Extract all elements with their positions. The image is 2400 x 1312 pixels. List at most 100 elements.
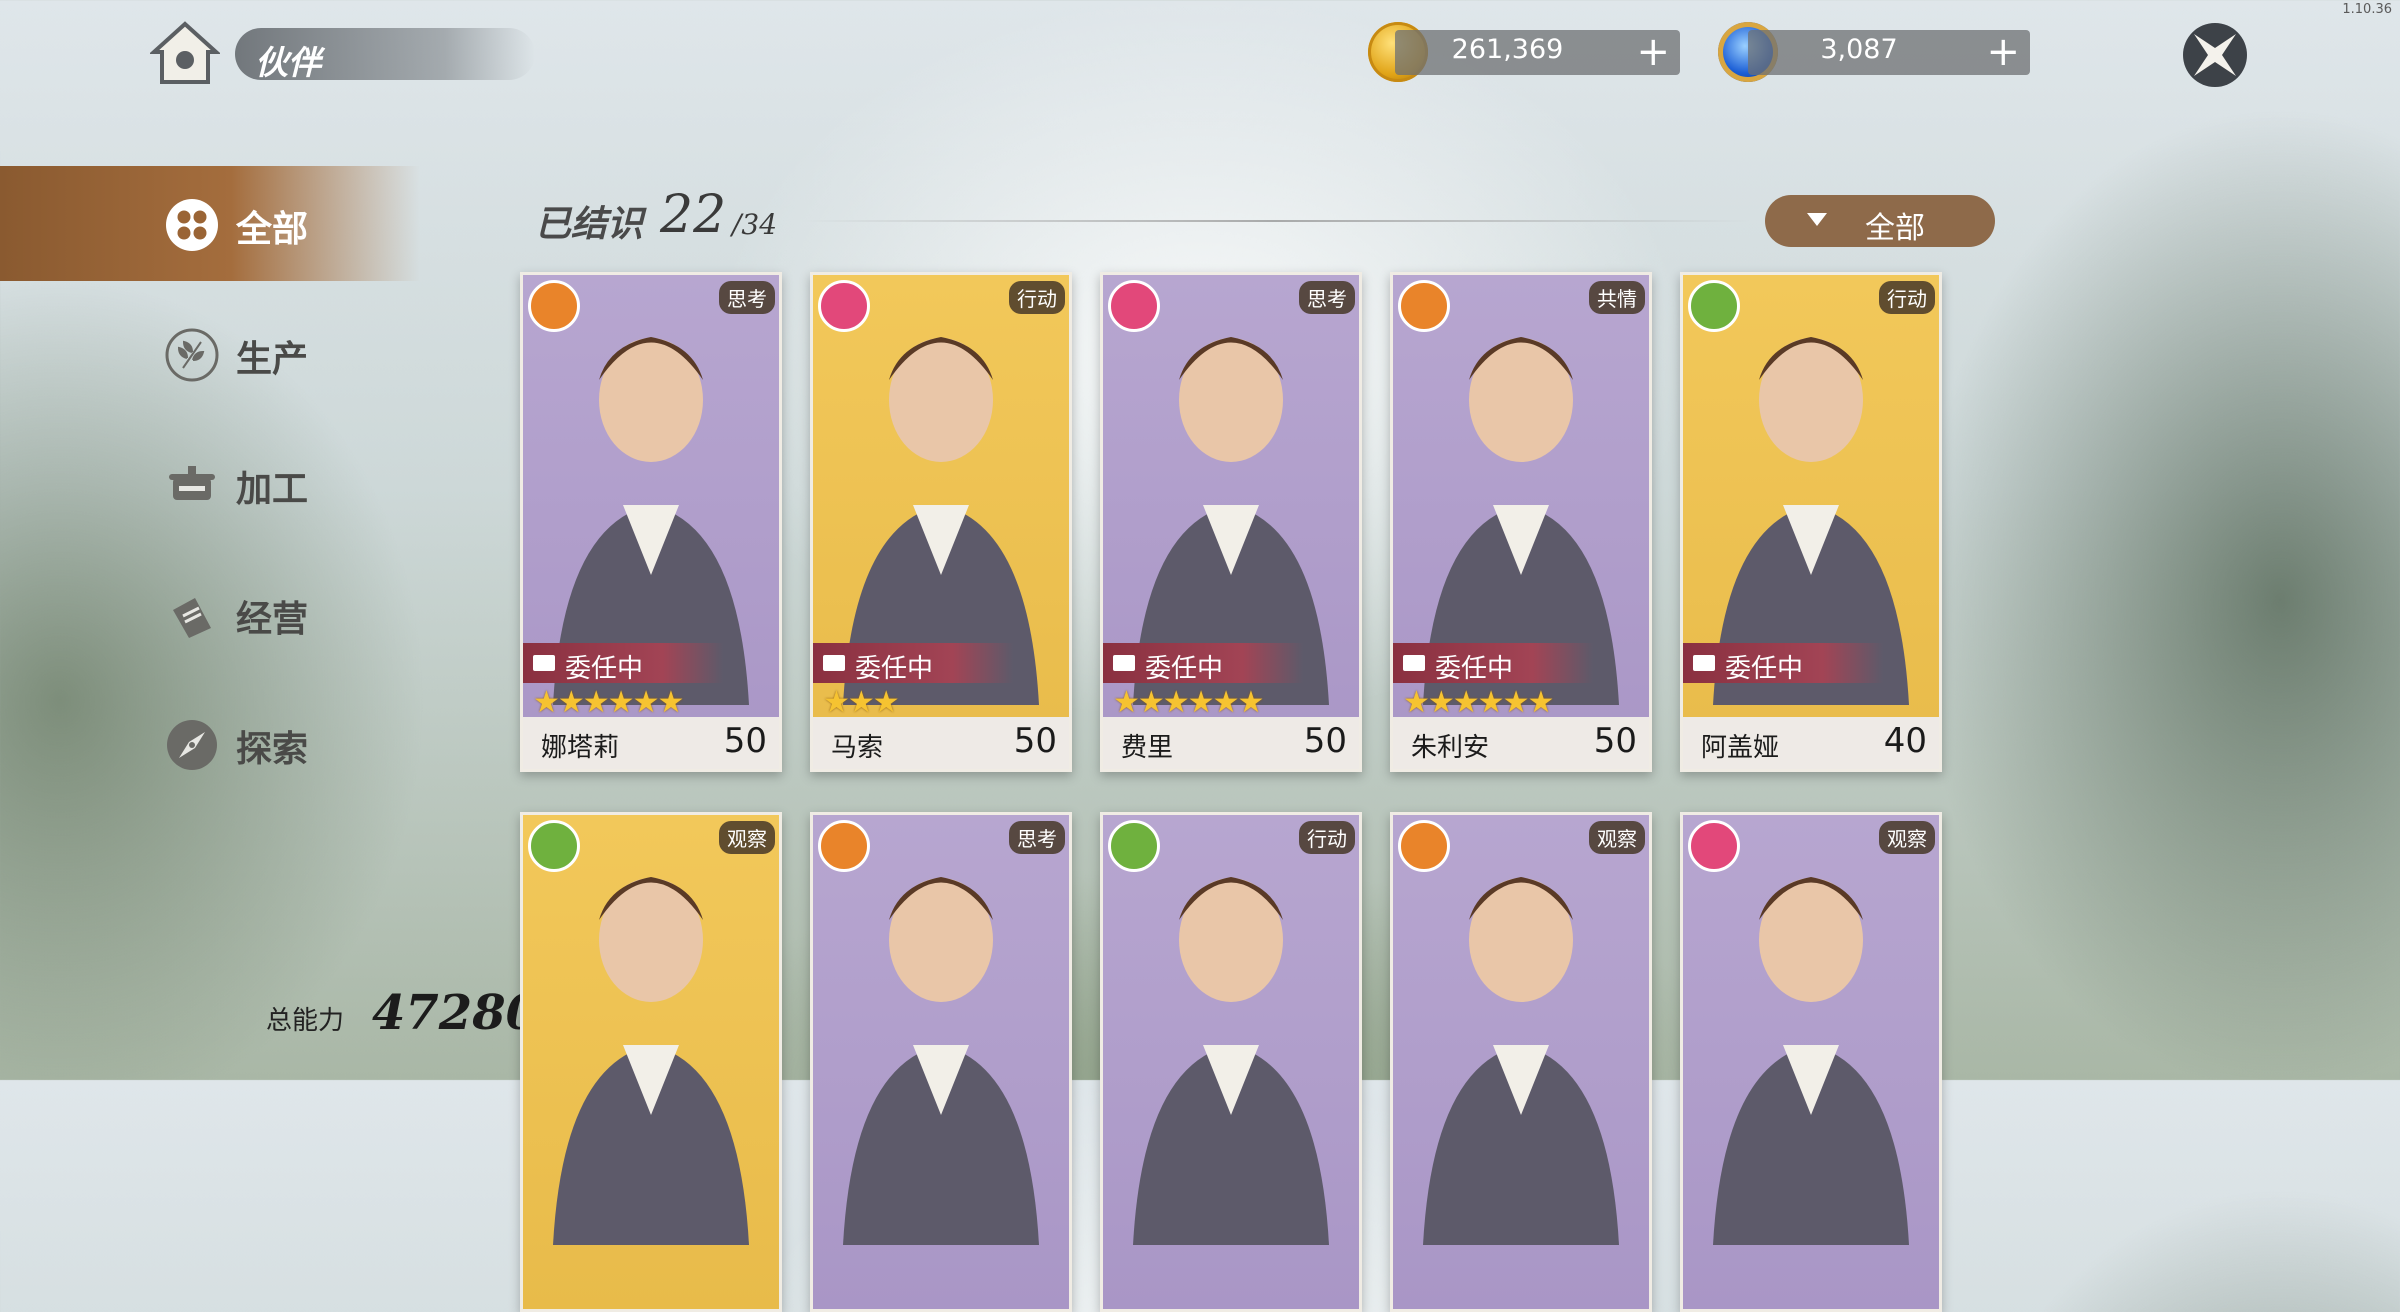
- home-icon: [148, 21, 222, 84]
- partner-card[interactable]: 共情委任中 ★★★★★★ 朱利安 50: [1390, 272, 1652, 772]
- partner-card[interactable]: 思考委任中 ★★★★★★ 娜塔莉 50: [520, 272, 782, 772]
- add-gem-button[interactable]: +: [1986, 32, 2020, 72]
- sidebar-item-all[interactable]: 全部: [0, 166, 420, 281]
- cloche-icon: [1111, 651, 1137, 675]
- portrait-image: [1133, 337, 1329, 705]
- partner-name: 阿盖娅: [1701, 733, 1780, 763]
- chevron-down-icon: [1807, 213, 1827, 226]
- trait-badge: 观察: [719, 821, 775, 854]
- partner-level: 50: [1303, 721, 1347, 761]
- gem-currency: 3,087 +: [1748, 30, 2030, 75]
- partner-name: 娜塔莉: [541, 733, 620, 763]
- close-button[interactable]: [2180, 20, 2250, 90]
- partner-name: 朱利安: [1411, 733, 1490, 763]
- sidebar-label-production: 生产: [236, 338, 309, 380]
- assigned-status-label: 委任中: [1145, 654, 1224, 684]
- partner-name: 费里: [1121, 733, 1174, 763]
- partner-card[interactable]: 思考: [810, 812, 1072, 1312]
- close-icon: [2183, 23, 2247, 87]
- total-power-label: 总能力: [266, 1006, 345, 1036]
- portrait-image: [843, 337, 1039, 705]
- all-grid-icon: [166, 199, 218, 251]
- assigned-status: 委任中: [1683, 643, 1883, 684]
- wheat-icon: [1691, 651, 1717, 675]
- add-gold-button[interactable]: +: [1636, 32, 1670, 72]
- gold-currency: 261,369 +: [1395, 30, 1680, 75]
- assigned-status-label: 委任中: [855, 654, 934, 684]
- pot-icon: [1398, 820, 1450, 872]
- pot-icon: [818, 820, 870, 872]
- mixing-bowl-icon: [1401, 651, 1427, 675]
- pot-icon: [1398, 280, 1450, 332]
- trait-badge: 共情: [1589, 281, 1645, 314]
- wine-icon: [531, 651, 557, 675]
- assigned-status: 委任中: [1393, 643, 1593, 684]
- sidebar-item-business[interactable]: 经营: [0, 556, 420, 671]
- compass-icon: [167, 720, 217, 770]
- nameplate: 马索 50: [813, 717, 1069, 769]
- assigned-status: 委任中: [1103, 643, 1303, 684]
- portrait-image: [553, 337, 749, 705]
- partner-level: 50: [1013, 721, 1057, 761]
- star-rating: ★★★★★★: [533, 685, 684, 720]
- partner-card[interactable]: 行动: [1100, 812, 1362, 1312]
- assigned-status-label: 委任中: [1725, 654, 1804, 684]
- trait-badge: 行动: [1879, 281, 1935, 314]
- sidebar-label-processing: 加工: [236, 468, 309, 510]
- assigned-status: 委任中: [523, 643, 723, 684]
- trait-badge: 观察: [1589, 821, 1645, 854]
- total-power-value: 47280: [372, 985, 539, 1041]
- trait-badge: 行动: [1009, 281, 1065, 314]
- home-button[interactable]: [148, 20, 222, 86]
- version-label: 1.10.36: [2342, 2, 2392, 17]
- trait-badge: 思考: [719, 281, 775, 314]
- partner-card[interactable]: 行动委任中阿盖娅 40: [1680, 272, 1942, 772]
- portrait-image: [1713, 337, 1909, 705]
- partner-card[interactable]: 观察: [1680, 812, 1942, 1312]
- star-rating: ★★★★★★: [1403, 685, 1554, 720]
- sidebar-item-processing[interactable]: 加工: [0, 426, 420, 541]
- sidebar-label-all: 全部: [236, 208, 309, 250]
- partner-card[interactable]: 观察: [520, 812, 782, 1312]
- collection-count: 22: [660, 185, 727, 245]
- wheat-icon: [1688, 280, 1740, 332]
- nameplate: 阿盖娅 40: [1683, 717, 1939, 769]
- sidebar-label-explore: 探索: [236, 728, 309, 770]
- trait-badge: 行动: [1299, 821, 1355, 854]
- assigned-status-label: 委任中: [1435, 654, 1514, 684]
- gold-value: 261,369: [1451, 34, 1564, 65]
- partner-name: 马索: [831, 733, 884, 763]
- gem-value: 3,087: [1820, 34, 1898, 65]
- note-pen-icon: [1688, 820, 1740, 872]
- nameplate: 娜塔莉 50: [523, 717, 779, 769]
- nameplate: 朱利安 50: [1393, 717, 1649, 769]
- filter-dropdown[interactable]: 全部: [1765, 195, 1995, 247]
- partner-level: 40: [1883, 721, 1927, 761]
- sidebar-item-production[interactable]: 生产: [0, 296, 420, 411]
- star-rating: ★★★: [823, 685, 900, 720]
- star-rating: ★★★★★★: [1113, 685, 1264, 720]
- wheat-icon: [528, 820, 580, 872]
- trait-badge: 思考: [1299, 281, 1355, 314]
- portrait-image: [843, 877, 1039, 1245]
- nameplate: 费里 50: [1103, 717, 1359, 769]
- wheat-icon: [1108, 820, 1160, 872]
- note-pen-icon: [818, 280, 870, 332]
- partner-card[interactable]: 观察: [1390, 812, 1652, 1312]
- collection-total: /34: [732, 208, 778, 241]
- divider: [800, 220, 1750, 222]
- trait-badge: 观察: [1879, 821, 1935, 854]
- assigned-status-label: 委任中: [565, 654, 644, 684]
- portrait-image: [1423, 877, 1619, 1245]
- cabinet-icon: [821, 651, 847, 675]
- trait-badge: 思考: [1009, 821, 1065, 854]
- filter-label: 全部: [1865, 211, 1925, 246]
- partner-card[interactable]: 行动委任中 ★★★ 马索 50: [810, 272, 1072, 772]
- partner-level: 50: [1593, 721, 1637, 761]
- sidebar-item-explore[interactable]: 探索: [0, 686, 420, 801]
- wheat-icon: [165, 328, 219, 382]
- note-pen-icon: [1108, 280, 1160, 332]
- collection-label: 已结识: [535, 203, 644, 245]
- partner-card[interactable]: 思考委任中 ★★★★★★ 费里 50: [1100, 272, 1362, 772]
- assigned-status: 委任中: [813, 643, 1013, 684]
